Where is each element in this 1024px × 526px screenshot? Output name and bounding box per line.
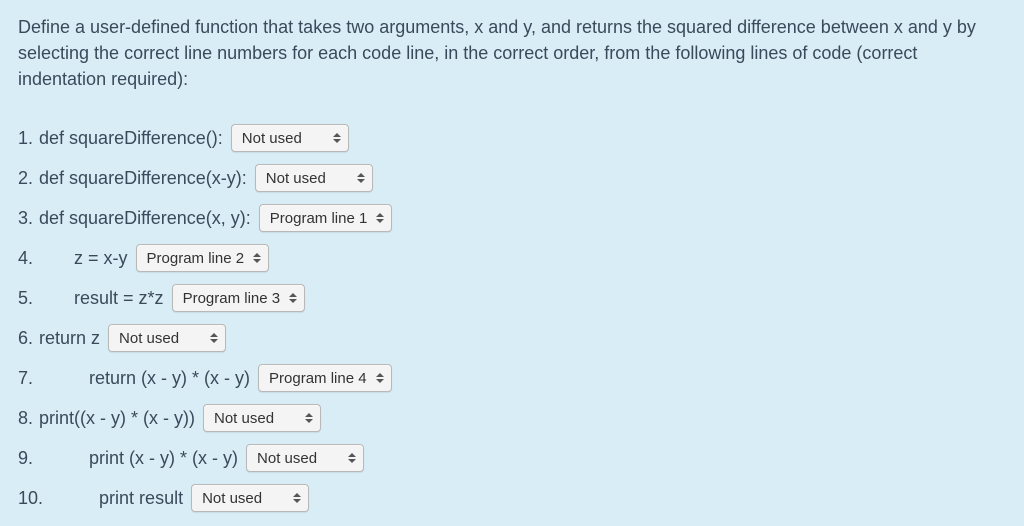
select-value: Not used: [266, 170, 326, 187]
row-number: 6.: [18, 328, 33, 349]
code-row: 4. z = x-y Program line 2: [18, 244, 1006, 272]
line-select[interactable]: Not used: [231, 124, 349, 152]
chevron-updown-icon: [292, 491, 302, 505]
chevron-updown-icon: [288, 291, 298, 305]
chevron-updown-icon: [347, 451, 357, 465]
select-value: Not used: [257, 450, 317, 467]
code-text: z = x-y: [39, 248, 128, 269]
line-select[interactable]: Not used: [203, 404, 321, 432]
code-row: 6. return z Not used: [18, 324, 1006, 352]
chevron-updown-icon: [209, 331, 219, 345]
code-text: return z: [39, 328, 100, 349]
chevron-updown-icon: [332, 131, 342, 145]
select-value: Not used: [214, 410, 274, 427]
line-select[interactable]: Program line 4: [258, 364, 392, 392]
code-row: 10. print result Not used: [18, 484, 1006, 512]
code-text: def squareDifference(x-y):: [39, 168, 247, 189]
line-select[interactable]: Program line 1: [259, 204, 393, 232]
code-row: 2. def squareDifference(x-y): Not used: [18, 164, 1006, 192]
chevron-updown-icon: [375, 371, 385, 385]
code-text: def squareDifference():: [39, 128, 223, 149]
select-value: Not used: [202, 490, 262, 507]
select-value: Program line 4: [269, 370, 367, 387]
code-text: def squareDifference(x, y):: [39, 208, 251, 229]
code-row: 7. return (x - y) * (x - y) Program line…: [18, 364, 1006, 392]
code-text: print((x - y) * (x - y)): [39, 408, 195, 429]
chevron-updown-icon: [356, 171, 366, 185]
line-select[interactable]: Not used: [191, 484, 309, 512]
select-value: Program line 3: [183, 290, 281, 307]
chevron-updown-icon: [252, 251, 262, 265]
code-row: 1. def squareDifference(): Not used: [18, 124, 1006, 152]
code-text: return (x - y) * (x - y): [39, 368, 250, 389]
code-text: print result: [49, 488, 183, 509]
code-text: result = z*z: [39, 288, 164, 309]
select-value: Program line 1: [270, 210, 368, 227]
row-number: 3.: [18, 208, 33, 229]
row-number: 9.: [18, 448, 33, 469]
row-number: 8.: [18, 408, 33, 429]
code-row: 8. print((x - y) * (x - y)) Not used: [18, 404, 1006, 432]
row-number: 1.: [18, 128, 33, 149]
code-row: 9. print (x - y) * (x - y) Not used: [18, 444, 1006, 472]
line-select[interactable]: Not used: [108, 324, 226, 352]
chevron-updown-icon: [304, 411, 314, 425]
row-number: 5.: [18, 288, 33, 309]
line-select[interactable]: Program line 3: [172, 284, 306, 312]
line-select[interactable]: Not used: [255, 164, 373, 192]
code-text: print (x - y) * (x - y): [39, 448, 238, 469]
line-select[interactable]: Not used: [246, 444, 364, 472]
line-select[interactable]: Program line 2: [136, 244, 270, 272]
row-number: 10.: [18, 488, 43, 509]
select-value: Not used: [242, 130, 302, 147]
row-number: 7.: [18, 368, 33, 389]
question-prompt: Define a user-defined function that take…: [18, 14, 1006, 92]
row-number: 4.: [18, 248, 33, 269]
chevron-updown-icon: [375, 211, 385, 225]
code-row: 5. result = z*z Program line 3: [18, 284, 1006, 312]
select-value: Not used: [119, 330, 179, 347]
select-value: Program line 2: [147, 250, 245, 267]
code-row: 3. def squareDifference(x, y): Program l…: [18, 204, 1006, 232]
row-number: 2.: [18, 168, 33, 189]
